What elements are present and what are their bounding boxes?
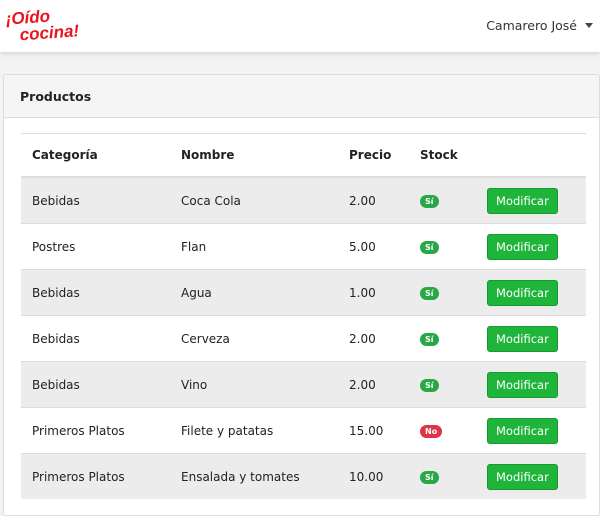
cell-stock: No [409,407,476,454]
stock-badge: Sí [420,333,439,346]
cell-price: 5.00 [338,223,409,270]
cell-price: 1.00 [338,269,409,316]
table-row: Bebidas Vino 2.00 Sí Modificar [21,361,586,408]
oido-cocina-logo[interactable]: ¡Oído cocina! [4,4,104,44]
cell-stock: Sí [409,361,476,408]
cell-category: Postres [21,223,170,270]
table-row: Primeros Platos Ensalada y tomates 10.00… [21,453,586,499]
cell-actions: Modificar [476,407,586,454]
cell-stock: Sí [409,315,476,362]
cell-stock: Sí [409,223,476,270]
user-menu-dropdown[interactable]: Camarero José [486,15,593,35]
caret-down-icon [585,22,593,28]
cell-actions: Modificar [476,315,586,362]
cell-name: Filete y patatas [170,407,338,454]
cell-actions: Modificar [476,223,586,270]
cell-name: Ensalada y tomates [170,453,338,499]
modify-button[interactable]: Modificar [487,417,558,444]
column-header-actions [476,133,586,178]
modify-button[interactable]: Modificar [487,325,558,352]
cell-category: Bebidas [21,269,170,316]
cell-price: 15.00 [338,407,409,454]
user-name: Camarero José [486,17,577,33]
products-table: Categoría Nombre Precio Stock Bebidas Co… [21,133,586,499]
cell-category: Bebidas [21,176,170,224]
logo-line-2: cocina! [19,21,80,44]
cell-category: Bebidas [21,315,170,362]
cell-price: 2.00 [338,315,409,362]
stock-badge: Sí [420,379,439,392]
table-row: Bebidas Coca Cola 2.00 Sí Modificar [21,176,586,224]
cell-name: Agua [170,269,338,316]
stock-badge: Sí [420,471,439,484]
cell-actions: Modificar [476,269,586,316]
modify-button[interactable]: Modificar [487,187,558,214]
table-header-row: Categoría Nombre Precio Stock [21,133,586,178]
stock-badge: Sí [420,241,439,254]
column-header-price: Precio [338,133,409,178]
cell-price: 2.00 [338,361,409,408]
cell-name: Flan [170,223,338,270]
cell-stock: Sí [409,269,476,316]
cell-name: Coca Cola [170,176,338,224]
cell-actions: Modificar [476,176,586,224]
cell-price: 10.00 [338,453,409,499]
table-row: Postres Flan 5.00 Sí Modificar [21,223,586,270]
panel-title: Productos [4,75,599,118]
cell-price: 2.00 [338,176,409,224]
modify-button[interactable]: Modificar [487,233,558,260]
cell-name: Vino [170,361,338,408]
table-row: Primeros Platos Filete y patatas 15.00 N… [21,407,586,454]
column-header-name: Nombre [170,133,338,178]
cell-actions: Modificar [476,361,586,408]
table-row: Bebidas Cerveza 2.00 Sí Modificar [21,315,586,362]
cell-category: Primeros Platos [21,407,170,454]
stock-badge: Sí [420,287,439,300]
column-header-stock: Stock [409,133,476,178]
cell-name: Cerveza [170,315,338,362]
cell-stock: Sí [409,453,476,499]
stock-badge: No [420,425,443,438]
column-header-category: Categoría [21,133,170,178]
cell-actions: Modificar [476,453,586,499]
products-panel: Productos Categoría Nombre Precio Stock … [3,74,600,516]
table-row: Bebidas Agua 1.00 Sí Modificar [21,269,586,316]
modify-button[interactable]: Modificar [487,371,558,398]
cell-category: Primeros Platos [21,453,170,499]
top-navbar: ¡Oído cocina! Camarero José [0,0,600,52]
cell-category: Bebidas [21,361,170,408]
cell-stock: Sí [409,176,476,224]
modify-button[interactable]: Modificar [487,279,558,306]
modify-button[interactable]: Modificar [487,463,558,490]
stock-badge: Sí [420,195,439,208]
